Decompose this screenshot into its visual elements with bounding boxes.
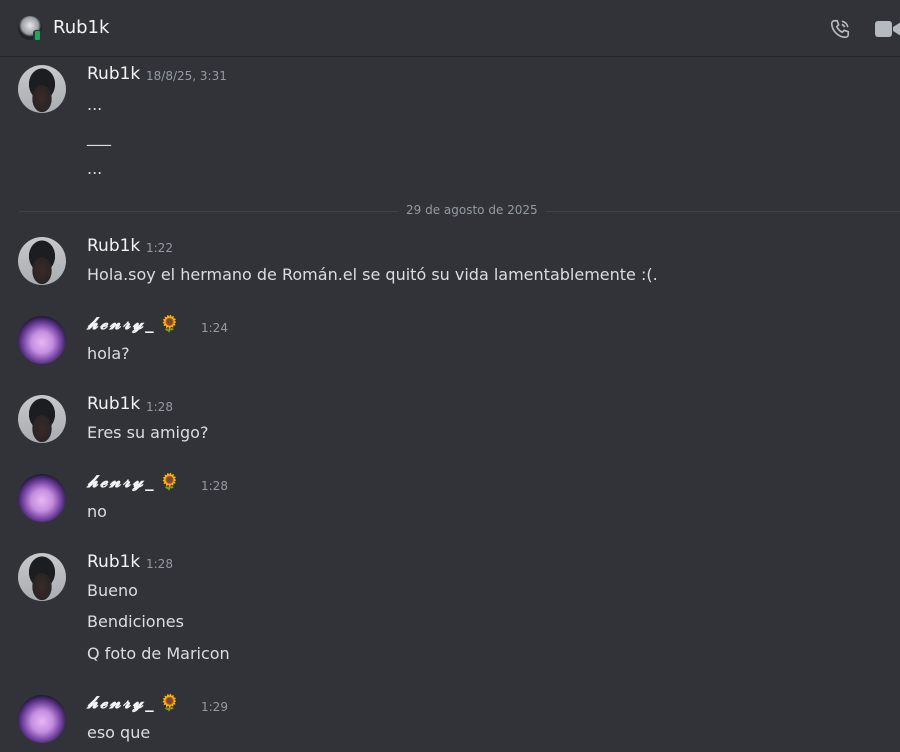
channel-header: Rub1k bbox=[0, 0, 900, 57]
author-name[interactable]: 𝓱𝓮𝓷𝓻𝔂_ 🌻 bbox=[87, 472, 182, 492]
avatar[interactable] bbox=[18, 316, 66, 364]
author-name-text: 𝓱𝓮𝓷𝓻𝔂_ bbox=[87, 693, 156, 713]
message-timestamp: 1:29 bbox=[201, 700, 228, 714]
avatar[interactable] bbox=[18, 237, 66, 285]
message-text: eso que bbox=[87, 723, 151, 742]
author-name-text: 𝓱𝓮𝓷𝓻𝔂_ bbox=[87, 472, 156, 492]
author-name[interactable]: Rub1k bbox=[87, 394, 140, 414]
message-text: Q foto de Maricon bbox=[87, 644, 230, 663]
message-text: no bbox=[87, 502, 107, 521]
avatar[interactable] bbox=[18, 695, 66, 743]
message-text: Bendiciones bbox=[87, 612, 184, 631]
message-text: ... bbox=[87, 95, 103, 114]
avatar[interactable] bbox=[18, 65, 66, 113]
sunflower-badge: 🌻 bbox=[159, 314, 182, 333]
message-timestamp: 1:28 bbox=[146, 400, 173, 414]
mobile-status-icon bbox=[33, 30, 42, 42]
author-name[interactable]: Rub1k bbox=[87, 552, 140, 572]
message-timestamp: 1:22 bbox=[146, 241, 173, 255]
message-text: Hola.soy el hermano de Román.el se quitó… bbox=[87, 265, 658, 284]
sunflower-badge: 🌻 bbox=[159, 693, 182, 712]
message-text: Eres su amigo? bbox=[87, 423, 209, 442]
author-name[interactable]: 𝓱𝓮𝓷𝓻𝔂_ 🌻 bbox=[87, 314, 182, 334]
message-timestamp: 1:24 bbox=[201, 321, 228, 335]
sunflower-badge: 🌻 bbox=[159, 472, 182, 491]
message-timestamp: 18/8/25, 3:31 bbox=[146, 69, 227, 83]
author-name[interactable]: Rub1k bbox=[87, 64, 140, 84]
author-name[interactable]: 𝓱𝓮𝓷𝓻𝔂_ 🌻 bbox=[87, 693, 182, 713]
date-divider-label: 29 de agosto de 2025 bbox=[398, 203, 546, 217]
avatar[interactable] bbox=[18, 395, 66, 443]
message-text: ... bbox=[87, 159, 103, 178]
author-name-text: 𝓱𝓮𝓷𝓻𝔂_ bbox=[87, 314, 156, 334]
phone-call-icon[interactable] bbox=[828, 18, 852, 40]
message-text: hola? bbox=[87, 344, 130, 363]
channel-title: Rub1k bbox=[53, 17, 110, 38]
message-text: Bueno bbox=[87, 581, 138, 600]
message-timestamp: 1:28 bbox=[201, 479, 228, 493]
avatar[interactable] bbox=[18, 474, 66, 522]
author-name[interactable]: Rub1k bbox=[87, 236, 140, 256]
avatar[interactable] bbox=[18, 553, 66, 601]
message-text: ___ bbox=[87, 127, 111, 146]
message-timestamp: 1:28 bbox=[146, 557, 173, 571]
video-camera-icon[interactable] bbox=[874, 18, 900, 40]
